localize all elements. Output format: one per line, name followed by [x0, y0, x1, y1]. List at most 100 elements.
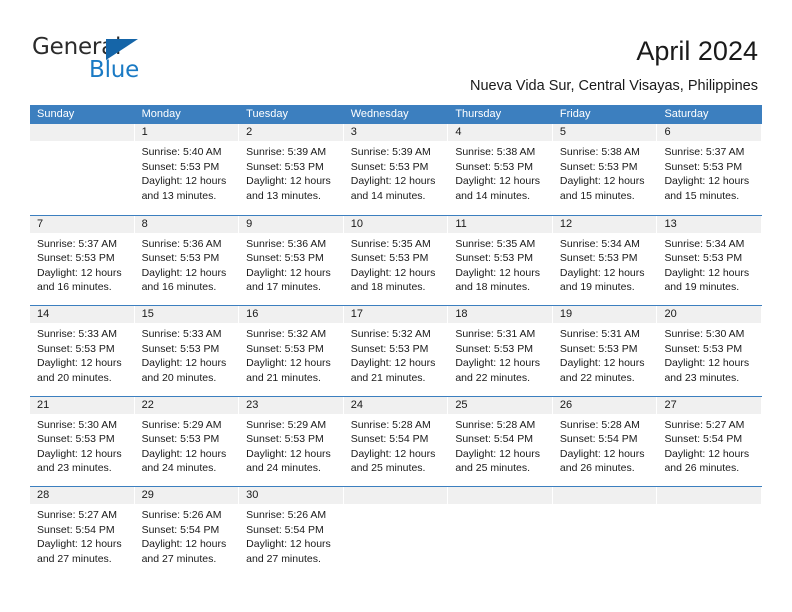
daylight-text: Daylight: 12 hours: [350, 175, 436, 188]
calendar-day-cell[interactable]: 28 Sunrise: 5:27 AM Sunset: 5:54 PM Dayligh…: [30, 487, 135, 577]
daylight-text: Daylight: 12 hours: [559, 357, 645, 370]
day-detail-lines: Sunrise: 5:32 AM Sunset: 5:53 PM Daylight:…: [239, 323, 343, 385]
calendar-day-cell[interactable]: 7 Sunrise: 5:37 AM Sunset: 5:53 PM Daylight…: [30, 215, 135, 305]
day-detail-lines: Sunrise: 5:38 AM Sunset: 5:53 PM Daylight:…: [553, 141, 657, 203]
calendar-day-cell[interactable]: 19 Sunrise: 5:31 AM Sunset: 5:53 PM Dayligh…: [552, 306, 658, 396]
sunrise-text: Sunrise: 5:38 AM: [559, 146, 640, 158]
sunrise-text: Sunrise: 5:32 AM: [350, 328, 431, 340]
daylight-text: and 17 minutes.: [246, 281, 321, 294]
sunset-text: Sunset: 5:53 PM: [455, 342, 533, 355]
calendar-day-cell[interactable]: 17 Sunrise: 5:32 AM Sunset: 5:53 PM Dayligh…: [343, 306, 449, 396]
daylight-text: Daylight: 12 hours: [141, 357, 227, 370]
daylight-text: Daylight: 12 hours: [246, 447, 331, 460]
daylight-text: Daylight: 12 hours: [350, 266, 436, 279]
daylight-text: and 20 minutes.: [37, 371, 112, 384]
calendar-day-cell[interactable]: 6 Sunrise: 5:37 AM Sunset: 5:53 PM Daylight…: [657, 124, 763, 215]
calendar-day-cell[interactable]: 11 Sunrise: 5:35 AM Sunset: 5:53 PM Dayligh…: [448, 215, 553, 305]
day-number: 10: [343, 215, 448, 233]
day-number: 25: [448, 396, 552, 414]
calendar-day-cell[interactable]: 24 Sunrise: 5:28 AM Sunset: 5:54 PM Dayligh…: [343, 396, 449, 486]
calendar-day-cell[interactable]: 23 Sunrise: 5:29 AM Sunset: 5:53 PM Dayligh…: [239, 396, 344, 486]
sunrise-text: Sunrise: 5:27 AM: [37, 509, 117, 521]
day-number: 15: [134, 306, 239, 323]
daylight-text: and 20 minutes.: [141, 371, 217, 384]
daylight-text: and 22 minutes.: [559, 371, 635, 384]
calendar-day-cell[interactable]: 12 Sunrise: 5:34 AM Sunset: 5:53 PM Dayligh…: [552, 215, 658, 305]
calendar-day-cell[interactable]: 5 Sunrise: 5:38 AM Sunset: 5:53 PM Daylight…: [552, 124, 658, 215]
day-number: 12: [552, 215, 657, 233]
day-number: 23: [239, 396, 343, 414]
calendar-day-cell[interactable]: 9 Sunrise: 5:36 AM Sunset: 5:53 PM Daylight…: [239, 215, 344, 305]
day-number: 30: [239, 487, 343, 504]
calendar-day-cell[interactable]: 18 Sunrise: 5:31 AM Sunset: 5:53 PM Dayligh…: [448, 306, 553, 396]
daylight-text: Daylight: 12 hours: [664, 447, 750, 460]
sunset-text: Sunset: 5:53 PM: [141, 160, 220, 173]
calendar-week-row: 14 Sunrise: 5:33 AM Sunset: 5:53 PM Dayligh…: [30, 305, 763, 396]
day-detail-lines: Sunrise: 5:31 AM Sunset: 5:53 PM Daylight:…: [553, 323, 657, 385]
day-detail-lines: Sunrise: 5:36 AM Sunset: 5:53 PM Daylight:…: [135, 233, 239, 295]
calendar-day-cell[interactable]: 10 Sunrise: 5:35 AM Sunset: 5:53 PM Dayligh…: [343, 215, 449, 305]
sunset-text: Sunset: 5:53 PM: [664, 342, 743, 355]
weekday-header-saturday: Saturday: [664, 108, 709, 120]
sunset-text: Sunset: 5:53 PM: [37, 433, 115, 446]
sunset-text: Sunset: 5:53 PM: [350, 342, 429, 355]
calendar-day-cell[interactable]: 29 Sunrise: 5:26 AM Sunset: 5:54 PM Dayligh…: [134, 487, 240, 577]
daylight-text: Daylight: 12 hours: [246, 538, 331, 551]
sunrise-text: Sunrise: 5:39 AM: [350, 146, 431, 158]
calendar-day-cell[interactable]: 2 Sunrise: 5:39 AM Sunset: 5:53 PM Daylight…: [239, 124, 344, 215]
calendar-day-cell[interactable]: 27 Sunrise: 5:27 AM Sunset: 5:54 PM Dayligh…: [657, 396, 763, 486]
calendar-day-cell[interactable]: 16 Sunrise: 5:32 AM Sunset: 5:53 PM Dayligh…: [239, 306, 344, 396]
sunrise-text: Sunrise: 5:37 AM: [37, 237, 117, 250]
daylight-text: and 19 minutes.: [559, 281, 635, 294]
daylight-text: and 26 minutes.: [664, 462, 740, 475]
day-number: 14: [30, 306, 134, 323]
calendar-day-cell-empty: [657, 487, 763, 577]
sunrise-text: Sunrise: 5:26 AM: [141, 509, 222, 521]
day-detail-lines: [657, 504, 761, 508]
calendar-day-cell[interactable]: 13 Sunrise: 5:34 AM Sunset: 5:53 PM Dayligh…: [657, 215, 763, 305]
sunset-text: Sunset: 5:54 PM: [37, 523, 115, 536]
day-number: 9: [239, 215, 343, 233]
logo-text-blue: Blue: [89, 57, 140, 83]
sunrise-text: Sunrise: 5:30 AM: [37, 418, 117, 431]
calendar-weeks: 1 Sunrise: 5:40 AM Sunset: 5:53 PM Daylight…: [30, 124, 763, 577]
calendar-day-cell[interactable]: 3 Sunrise: 5:39 AM Sunset: 5:53 PM Daylight…: [343, 124, 449, 215]
sunrise-text: Sunrise: 5:32 AM: [246, 328, 327, 340]
calendar-day-cell[interactable]: 15 Sunrise: 5:33 AM Sunset: 5:53 PM Dayligh…: [134, 306, 240, 396]
daylight-text: and 14 minutes.: [350, 189, 426, 202]
calendar-day-cell[interactable]: 25 Sunrise: 5:28 AM Sunset: 5:54 PM Dayligh…: [448, 396, 553, 486]
sunset-text: Sunset: 5:53 PM: [37, 342, 115, 355]
daylight-text: and 21 minutes.: [246, 371, 321, 384]
day-number: 28: [30, 487, 134, 504]
calendar-day-cell[interactable]: 8 Sunrise: 5:36 AM Sunset: 5:53 PM Daylight…: [134, 215, 240, 305]
calendar-day-cell[interactable]: 1 Sunrise: 5:40 AM Sunset: 5:53 PM Daylight…: [134, 124, 240, 215]
calendar-day-cell[interactable]: 4 Sunrise: 5:38 AM Sunset: 5:53 PM Daylight…: [448, 124, 553, 215]
calendar-day-cell[interactable]: 14 Sunrise: 5:33 AM Sunset: 5:53 PM Dayligh…: [30, 306, 135, 396]
day-detail-lines: Sunrise: 5:26 AM Sunset: 5:54 PM Daylight:…: [239, 504, 343, 566]
sunset-text: Sunset: 5:53 PM: [246, 433, 324, 446]
daylight-text: and 24 minutes.: [246, 462, 321, 475]
sunrise-text: Sunrise: 5:36 AM: [246, 237, 327, 250]
day-detail-lines: Sunrise: 5:29 AM Sunset: 5:53 PM Daylight:…: [135, 414, 239, 476]
calendar-day-cell[interactable]: 26 Sunrise: 5:28 AM Sunset: 5:54 PM Dayligh…: [552, 396, 658, 486]
calendar-day-cell[interactable]: 22 Sunrise: 5:29 AM Sunset: 5:53 PM Dayligh…: [134, 396, 240, 486]
general-blue-logo[interactable]: General Blue: [32, 34, 212, 86]
calendar-day-cell[interactable]: 21 Sunrise: 5:30 AM Sunset: 5:53 PM Dayligh…: [30, 396, 135, 486]
sunrise-text: Sunrise: 5:37 AM: [664, 146, 745, 158]
weekday-header-sunday: Sunday: [37, 108, 75, 120]
day-number: 20: [657, 306, 762, 323]
daylight-text: and 21 minutes.: [350, 371, 426, 384]
day-detail-lines: Sunrise: 5:27 AM Sunset: 5:54 PM Daylight:…: [30, 504, 134, 566]
daylight-text: Daylight: 12 hours: [559, 447, 645, 460]
day-number: 6: [657, 124, 762, 141]
daylight-text: Daylight: 12 hours: [246, 266, 331, 279]
calendar-week-row: 7 Sunrise: 5:37 AM Sunset: 5:53 PM Daylight…: [30, 214, 763, 305]
calendar-day-cell[interactable]: 20 Sunrise: 5:30 AM Sunset: 5:53 PM Dayligh…: [657, 306, 763, 396]
calendar-day-cell-empty: [30, 124, 135, 215]
daylight-text: and 13 minutes.: [141, 189, 217, 202]
daylight-text: and 16 minutes.: [141, 281, 217, 294]
sunrise-text: Sunrise: 5:38 AM: [455, 146, 536, 158]
calendar-day-cell[interactable]: 30 Sunrise: 5:26 AM Sunset: 5:54 PM Dayligh…: [239, 487, 344, 577]
sunset-text: Sunset: 5:53 PM: [246, 252, 324, 265]
day-detail-lines: Sunrise: 5:28 AM Sunset: 5:54 PM Daylight:…: [448, 414, 552, 476]
